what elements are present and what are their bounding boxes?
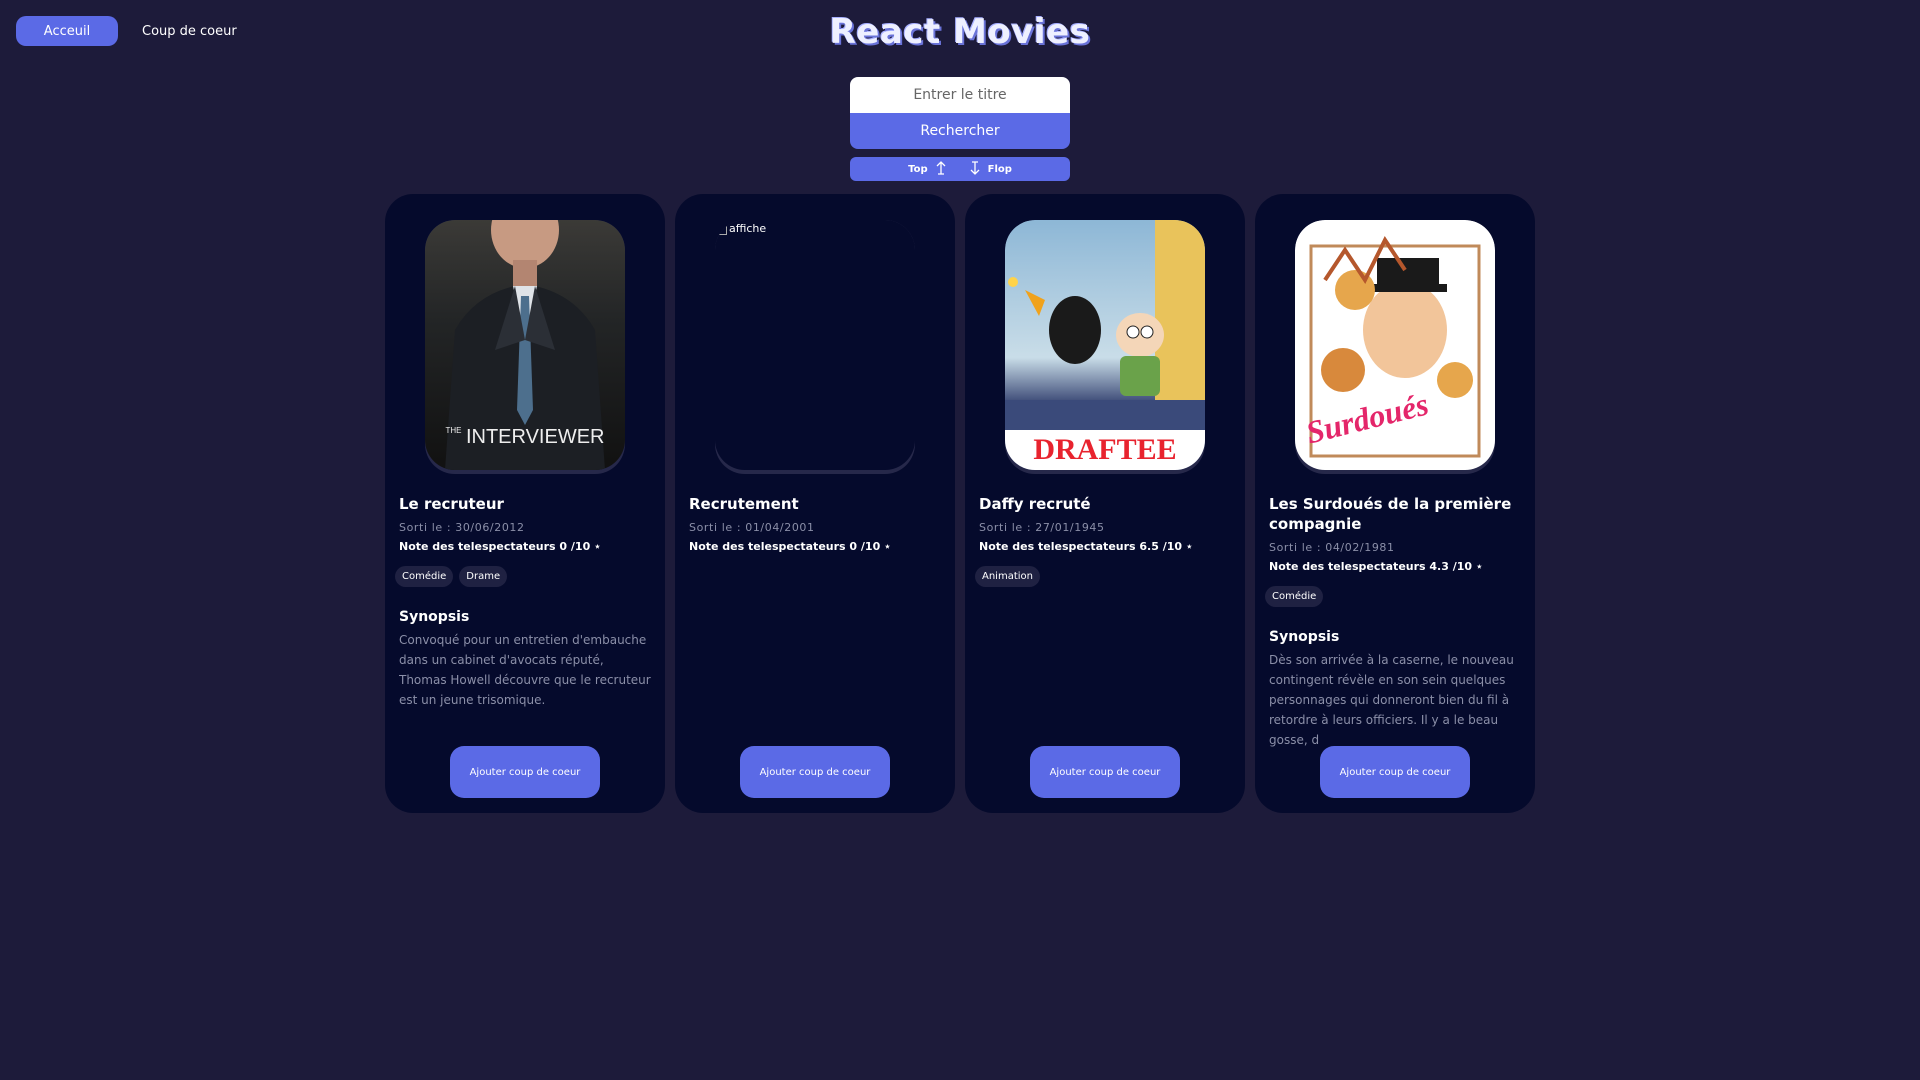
search-input[interactable] <box>850 77 1070 113</box>
rating: Note des telespectateurs 0 /10 ⋆ <box>689 540 891 553</box>
sort-flop-label: Flop <box>987 163 1012 175</box>
synopsis-text: Convoqué pour un entretien d'embauche da… <box>399 633 651 707</box>
poster-frame: Surdoués <box>1295 220 1495 474</box>
genre-badge: Drame <box>459 566 508 587</box>
rating: Note des telespectateurs 0 /10 ⋆ <box>399 540 601 553</box>
movie-title: Recrutement <box>689 495 799 513</box>
search-button[interactable]: Rechercher <box>850 113 1070 149</box>
rating: Note des telespectateurs 6.5 /10 ⋆ <box>979 540 1193 553</box>
movie-poster: DRAFTEE <box>1005 220 1205 470</box>
release-date: Sorti le : 27/01/1945 <box>979 521 1105 534</box>
genre-badge: Comédie <box>1265 586 1324 607</box>
genre-list: Animation <box>975 566 1231 587</box>
poster-frame: affiche <box>715 220 915 474</box>
sort-top-button[interactable]: Top <box>902 160 952 178</box>
add-favorite-button[interactable]: Ajouter coup de coeur <box>1320 746 1470 798</box>
poster-caption: INTERVIEWER <box>465 426 605 448</box>
poster-frame: DRAFTEE <box>1005 220 1205 474</box>
add-favorite-button[interactable]: Ajouter coup de coeur <box>1030 746 1180 798</box>
arrow-down-icon <box>970 160 980 178</box>
release-date: Sorti le : 30/06/2012 <box>399 521 525 534</box>
movie-card: Surdoués Les Surdoués de la première com… <box>1255 194 1535 813</box>
add-favorite-button[interactable]: Ajouter coup de coeur <box>450 746 600 798</box>
poster-frame: THE INTERVIEWER <box>425 220 625 474</box>
synopsis-heading: Synopsis <box>399 609 470 625</box>
movie-title: Daffy recruté <box>979 495 1091 513</box>
movie-poster: Surdoués <box>1295 220 1495 470</box>
broken-image-icon <box>715 222 727 235</box>
broken-image: affiche <box>715 222 766 235</box>
arrow-up-icon <box>936 160 946 178</box>
sort-top-label: Top <box>908 163 928 175</box>
synopsis-heading: Synopsis <box>1269 629 1340 645</box>
synopsis-text: Dès son arrivée à la caserne, le nouveau… <box>1269 653 1514 747</box>
release-date: Sorti le : 01/04/2001 <box>689 521 815 534</box>
movie-title: Les Surdoués de la première compagnie <box>1269 495 1512 533</box>
movie-card: affiche Recrutement Sorti le : 01/04/200… <box>675 194 955 813</box>
movie-card: THE INTERVIEWER Le recruteur Sorti le : … <box>385 194 665 813</box>
movie-card: DRAFTEE Daffy recruté Sorti le : 27/01/1… <box>965 194 1245 813</box>
sort-bar: Top Flop <box>850 157 1070 181</box>
genre-badge: Animation <box>975 566 1040 587</box>
poster-caption: DRAFTEE <box>1005 430 1205 470</box>
add-favorite-button[interactable]: Ajouter coup de coeur <box>740 746 890 798</box>
sort-flop-button[interactable]: Flop <box>964 160 1018 178</box>
genre-list: Comédie <box>1265 586 1521 607</box>
release-date: Sorti le : 04/02/1981 <box>1269 541 1395 554</box>
genre-list: Comédie Drame <box>395 566 651 587</box>
movie-title: Le recruteur <box>399 495 504 513</box>
app-title: React Movies <box>829 12 1091 52</box>
genre-badge: Comédie <box>395 566 454 587</box>
poster-alt-text: affiche <box>729 222 767 235</box>
movie-poster: affiche <box>715 220 915 470</box>
movie-poster: THE INTERVIEWER <box>425 220 625 470</box>
poster-caption-small: THE <box>445 426 462 435</box>
movie-list: THE INTERVIEWER Le recruteur Sorti le : … <box>385 194 1535 813</box>
search-form: Rechercher <box>850 77 1070 149</box>
rating: Note des telespectateurs 4.3 /10 ⋆ <box>1269 560 1483 573</box>
